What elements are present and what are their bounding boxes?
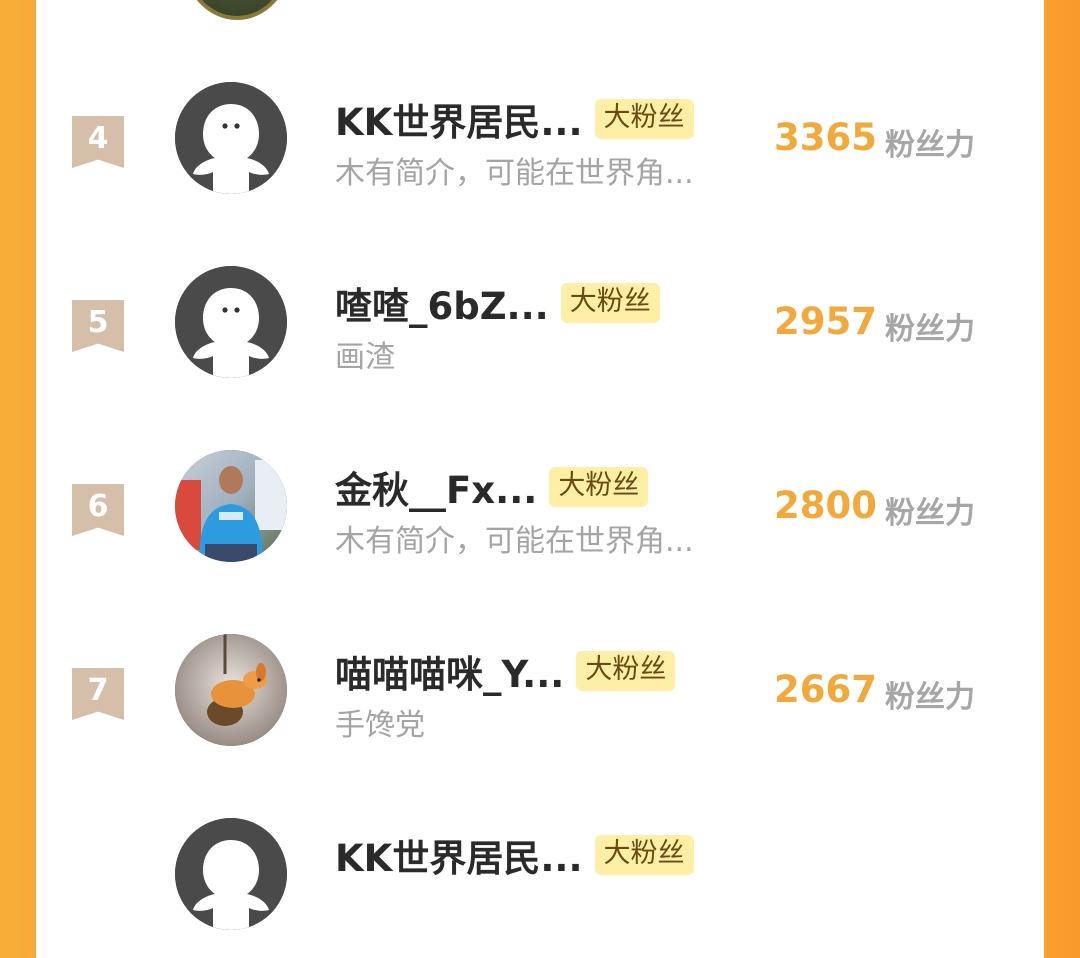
- user-name[interactable]: 喵喵喵咪_Y... 大粉丝: [335, 644, 676, 698]
- user-name[interactable]: 金秋__Fx... 大粉丝: [335, 460, 649, 514]
- user-name-text: KK世界居民...: [335, 837, 583, 880]
- user-bio: 手馋党: [335, 708, 425, 743]
- rank-badge: 5: [72, 300, 124, 352]
- fan-score: 2957: [774, 300, 877, 343]
- user-name-text: 喵喵喵咪_Y...: [335, 653, 565, 696]
- user-name[interactable]: KK世界居民... 大粉丝: [335, 828, 694, 882]
- user-name-text: 喳喳_6bZ...: [335, 285, 549, 328]
- ranking-row[interactable]: KK世界居民... 大粉丝: [0, 818, 1080, 958]
- rank-badge: 7: [72, 668, 124, 720]
- fan-level-badge: 大粉丝: [594, 835, 694, 875]
- photo-man-blue-shirt-avatar[interactable]: [175, 450, 287, 562]
- fan-score: 2800: [774, 484, 877, 527]
- user-name-text: KK世界居民...: [335, 101, 583, 144]
- fan-score: 3365: [774, 116, 877, 159]
- user-name[interactable]: 喳喳_6bZ... 大粉丝: [335, 276, 660, 330]
- user-bio: 木有简介，可能在世界角...: [335, 156, 694, 191]
- default-avatar[interactable]: [175, 818, 287, 930]
- ranking-row[interactable]: 5 喳喳_6bZ... 大粉丝 画渣 2957 粉丝力: [0, 266, 1080, 406]
- fan-level-badge: 大粉丝: [576, 651, 676, 691]
- user-bio: 画渣: [335, 340, 395, 375]
- fan-score-unit: 粉丝力: [885, 128, 975, 163]
- user-bio: 木有简介，可能在世界角...: [335, 524, 694, 559]
- user-name-text: 金秋__Fx...: [335, 469, 538, 512]
- fan-score-unit: 粉丝力: [885, 496, 975, 531]
- fan-level-badge: 大粉丝: [560, 283, 660, 323]
- ranking-row[interactable]: 6 金秋__Fx... 大粉丝 木有简介，可能在世界角... 2800 粉丝力: [0, 450, 1080, 590]
- ranking-row[interactable]: 4 KK世界居民... 大粉丝 木有简介，可能在世界角... 3365 粉丝力: [0, 82, 1080, 222]
- photo-toy-figure-avatar[interactable]: [175, 634, 287, 746]
- ranking-row[interactable]: 7 喵喵喵咪_Y... 大粉丝 手馋党 2667 粉丝力: [0, 634, 1080, 774]
- user-name[interactable]: KK世界居民... 大粉丝: [335, 92, 694, 146]
- fan-score: 2667: [774, 668, 877, 711]
- fan-level-badge: 大粉丝: [594, 99, 694, 139]
- fan-level-badge: 大粉丝: [549, 467, 649, 507]
- fan-score-unit: 粉丝力: [885, 680, 975, 715]
- rank-badge: 4: [72, 116, 124, 168]
- fan-score-unit: 粉丝力: [885, 312, 975, 347]
- default-avatar[interactable]: [175, 82, 287, 194]
- rank-badge: 6: [72, 484, 124, 536]
- default-avatar[interactable]: [175, 266, 287, 378]
